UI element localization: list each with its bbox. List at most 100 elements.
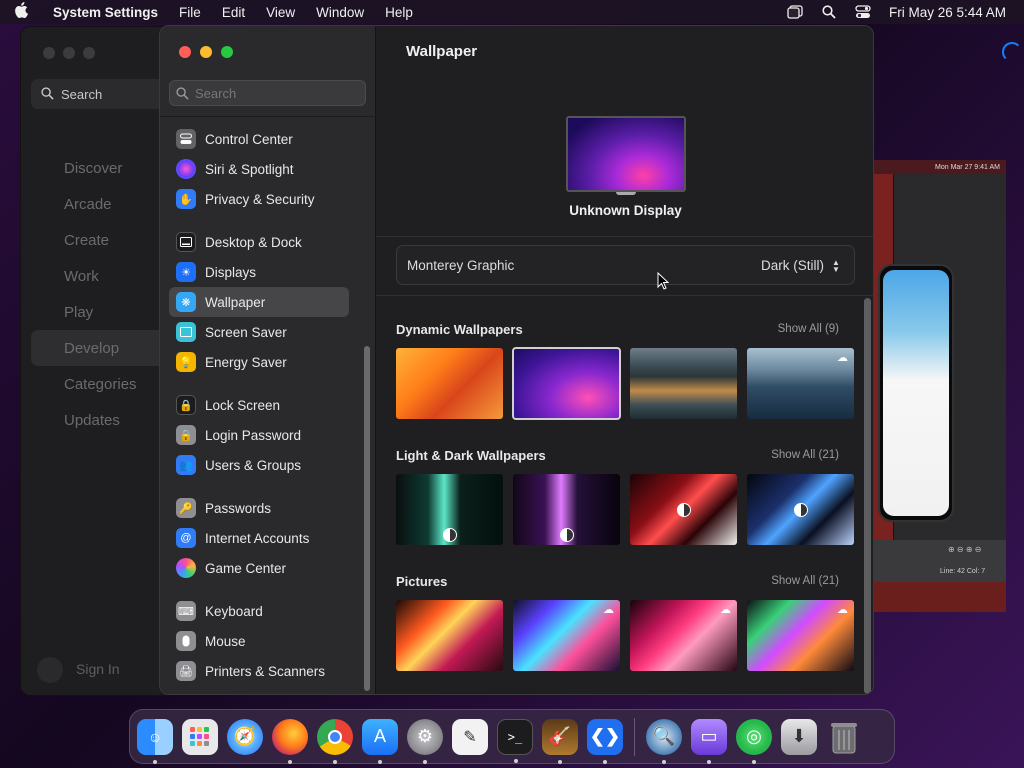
- sidebar-item-control-center[interactable]: Control Center: [169, 124, 349, 154]
- minimize-button[interactable]: [200, 46, 212, 58]
- wallpaper-icon: ❋: [176, 292, 196, 312]
- page-title: Wallpaper: [406, 43, 478, 60]
- sidebar-item-screen-saver[interactable]: Screen Saver: [169, 317, 349, 347]
- launchpad-icon[interactable]: [182, 718, 274, 768]
- sidebar-item-label: Keyboard: [205, 603, 263, 619]
- spotlight-search-icon[interactable]: [821, 5, 837, 19]
- sidebar-item-keyboard[interactable]: ⌨ Keyboard: [169, 596, 349, 626]
- sidebar-item-internet-accounts[interactable]: @ Internet Accounts: [169, 523, 349, 553]
- system-settings-icon[interactable]: ⚙: [407, 718, 443, 764]
- menu-view[interactable]: View: [266, 5, 295, 20]
- keyboard-icon: ⌨: [176, 601, 196, 621]
- wallpaper-thumbnail[interactable]: [630, 348, 737, 419]
- menu-edit[interactable]: Edit: [222, 5, 245, 20]
- section-title-light-dark: Light & Dark Wallpapers: [396, 448, 546, 463]
- sidebar-item-lock-screen[interactable]: 🔒 Lock Screen: [169, 390, 349, 420]
- appearance-mode-select[interactable]: Dark (Still): [761, 258, 824, 273]
- sidebar-item-energy-saver[interactable]: 💡 Energy Saver: [169, 347, 349, 377]
- sidebar-item-wallpaper[interactable]: ❋ Wallpaper: [169, 287, 349, 317]
- safari-icon[interactable]: 🧭: [227, 718, 263, 755]
- sidebar-item-desktop-dock[interactable]: Desktop & Dock: [169, 227, 349, 257]
- sidebar-item-privacy-security[interactable]: ✋ Privacy & Security: [169, 184, 349, 214]
- search-icon: [176, 86, 189, 100]
- sidebar-item-login-password[interactable]: 🔒 Login Password: [169, 420, 349, 450]
- sidebar-item-displays[interactable]: ☀ Displays: [169, 257, 349, 287]
- chevron-up-down-icon[interactable]: ▲ ▼: [829, 257, 843, 275]
- stage-manager-icon[interactable]: [787, 5, 803, 19]
- iphone-frame: [878, 264, 954, 522]
- wallpaper-thumbnail[interactable]: [747, 474, 854, 545]
- sidebar-search[interactable]: [169, 80, 366, 106]
- hand-icon: ✋: [176, 189, 196, 209]
- show-all-light-dark-button[interactable]: Show All (21): [771, 449, 839, 461]
- simulator-toolbar: [874, 582, 1006, 612]
- instruments-icon[interactable]: 🎸: [542, 718, 578, 764]
- cloud-download-icon: ☁: [837, 352, 848, 364]
- simulator-icon[interactable]: ▭: [691, 718, 727, 764]
- simulator-zoom-controls-icon[interactable]: ⊕ ⊖ ⊕ ⊖: [948, 545, 981, 554]
- downloads-folder-icon[interactable]: ⬇: [781, 718, 817, 755]
- wallpaper-thumbnail[interactable]: ☁: [630, 600, 737, 671]
- display-name: Unknown Display: [569, 203, 682, 218]
- sidebar-item-users-groups[interactable]: 👥 Users & Groups: [169, 450, 349, 480]
- background-app-window: Search Discover Arcade Create Work Play …: [20, 26, 181, 696]
- game-center-icon: [176, 558, 196, 578]
- chrome-icon[interactable]: [317, 718, 353, 764]
- sidebar-item-label: Control Center: [205, 131, 293, 147]
- terminal-icon[interactable]: >_: [497, 718, 533, 763]
- sign-in-button[interactable]: Sign In: [76, 661, 120, 677]
- lightbulb-icon: 💡: [176, 352, 196, 372]
- sidebar-item-label: Wallpaper: [205, 294, 266, 310]
- firefox-icon[interactable]: [272, 718, 308, 764]
- control-center-icon[interactable]: [855, 5, 871, 19]
- close-button[interactable]: [179, 46, 191, 58]
- background-search-field[interactable]: Search: [31, 79, 171, 109]
- wallpaper-thumbnail[interactable]: [396, 600, 503, 671]
- sidebar-scrollbar[interactable]: [364, 346, 370, 691]
- show-all-pictures-button[interactable]: Show All (21): [771, 575, 839, 587]
- light-dark-icon: [793, 502, 808, 517]
- wallpaper-thumbnail[interactable]: ☁: [747, 600, 854, 671]
- sidebar-item-label: Displays: [205, 264, 257, 280]
- menu-window[interactable]: Window: [316, 5, 364, 20]
- show-all-dynamic-button[interactable]: Show All (9): [778, 323, 839, 335]
- wallpaper-thumbnail-selected[interactable]: [512, 347, 621, 420]
- wallpaper-thumbnail[interactable]: ☁: [747, 348, 854, 419]
- app-store-icon[interactable]: A: [362, 718, 398, 764]
- printer-icon: 🖨: [176, 661, 196, 681]
- vscode-icon[interactable]: ❮❯: [587, 718, 623, 764]
- sidebar-item-label: Mouse: [205, 633, 246, 649]
- sidebar-item-game-center[interactable]: Game Center: [169, 553, 349, 583]
- finder-icon[interactable]: ☺: [137, 718, 173, 764]
- wallpaper-thumbnail[interactable]: [396, 474, 503, 545]
- avatar[interactable]: [37, 657, 63, 683]
- wallpaper-thumbnail[interactable]: [513, 474, 620, 545]
- sidebar-item-passwords[interactable]: 🔑 Passwords: [169, 493, 349, 523]
- display-stand: [616, 192, 636, 195]
- sidebar-item-mouse[interactable]: Mouse: [169, 626, 349, 656]
- menu-help[interactable]: Help: [385, 5, 413, 20]
- light-dark-icon: [559, 528, 574, 542]
- iphone-screen[interactable]: [883, 270, 949, 516]
- menu-file[interactable]: File: [179, 5, 201, 20]
- trash-icon[interactable]: [826, 719, 862, 755]
- detail-scrollbar[interactable]: [864, 298, 871, 694]
- sidebar-item-printers-scanners[interactable]: 🖨 Printers & Scanners: [169, 656, 349, 686]
- sidebar-item-label: Printers & Scanners: [205, 663, 326, 679]
- proxyman-icon[interactable]: 🔍: [646, 718, 682, 764]
- menu-app-name[interactable]: System Settings: [53, 5, 158, 20]
- wallpaper-pane: Wallpaper Unknown Display Monterey Graph…: [376, 26, 873, 694]
- wallpaper-thumbnail[interactable]: [396, 348, 503, 419]
- zoom-button[interactable]: [221, 46, 233, 58]
- sidebar-item-siri-spotlight[interactable]: Siri & Spotlight: [169, 154, 349, 184]
- wallpaper-thumbnail[interactable]: ☁: [513, 600, 620, 671]
- display-preview: [566, 116, 686, 192]
- wallpaper-thumbnail[interactable]: [630, 474, 737, 545]
- search-input[interactable]: [195, 85, 355, 101]
- at-icon: @: [176, 528, 196, 548]
- textedit-icon[interactable]: ✎: [452, 718, 488, 755]
- sidebar-item-label: Lock Screen: [205, 397, 281, 413]
- find-my-icon[interactable]: ◎: [736, 718, 772, 764]
- apple-menu-icon[interactable]: [14, 1, 44, 23]
- menu-clock[interactable]: Fri May 26 5:44 AM: [889, 5, 1006, 20]
